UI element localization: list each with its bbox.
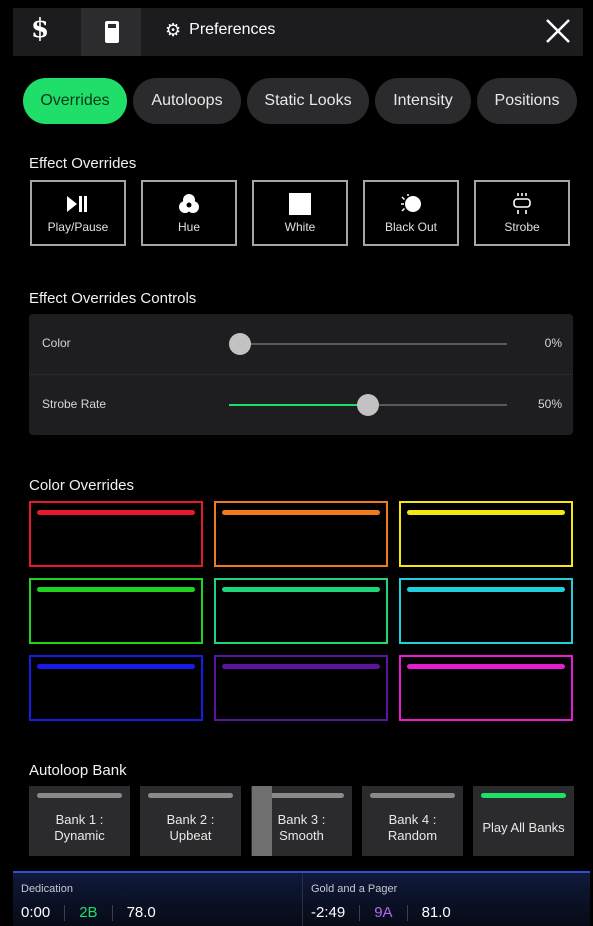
tab-autoloops[interactable]: Autoloops [133, 78, 241, 124]
color-swatch-green[interactable] [29, 578, 203, 644]
tab-static-looks[interactable]: Static Looks [247, 78, 369, 124]
color-swatch-spring-green[interactable] [214, 578, 388, 644]
divider [64, 904, 66, 921]
deck-right[interactable]: Gold and a Pager -2:49 9A 81.0 [303, 873, 590, 926]
logo-icon[interactable]: $ [31, 14, 49, 44]
usb-icon [105, 21, 119, 43]
bank-1-button[interactable]: Bank 1 : Dynamic [29, 786, 130, 856]
black-out-icon [399, 192, 423, 216]
play-pause-icon [67, 192, 89, 216]
hue-icon [178, 192, 200, 216]
autoloop-bank-title: Autoloop Bank [29, 762, 127, 779]
now-playing-bar: Dedication 0:00 2B 78.0 Gold and a Pager… [13, 871, 590, 926]
play-all-banks-button[interactable]: Play All Banks [473, 786, 574, 856]
usb-button[interactable] [81, 8, 141, 56]
color-swatch-purple[interactable] [214, 655, 388, 721]
deck-left-info: 0:00 2B 78.0 [21, 904, 156, 921]
strobe-icon [511, 192, 533, 216]
color-control-row: Color 0% [29, 314, 573, 374]
strobe-label: Strobe [504, 220, 540, 234]
preferences-button[interactable]: ⚙ Preferences [165, 21, 275, 39]
divider [111, 904, 113, 921]
bank-indicator [370, 793, 455, 798]
swatch-bar [222, 664, 380, 669]
black-out-button[interactable]: Black Out [363, 180, 459, 246]
swatch-bar [37, 510, 195, 515]
deck-left-key: 2B [79, 904, 98, 921]
color-slider[interactable] [229, 333, 507, 355]
bank-4-button[interactable]: Bank 4 : Random [362, 786, 463, 856]
deck-right-time: -2:49 [311, 904, 346, 921]
strobe-button[interactable]: Strobe [474, 180, 570, 246]
preferences-label: Preferences [189, 21, 276, 38]
gear-icon: ⚙ [165, 20, 182, 40]
swatch-bar [407, 587, 565, 592]
bank-indicator [37, 793, 122, 798]
bank-2-button[interactable]: Bank 2 : Upbeat [140, 786, 241, 856]
strobe-rate-slider-fill [229, 404, 368, 406]
tab-intensity[interactable]: Intensity [375, 78, 471, 124]
hue-label: Hue [177, 220, 200, 234]
hue-button[interactable]: Hue [141, 180, 237, 246]
effect-overrides-title: Effect Overrides [29, 155, 137, 172]
bank-indicator [148, 793, 233, 798]
deck-left-title: Dedication [21, 883, 73, 895]
swatch-bar [222, 587, 380, 592]
swatch-bar [222, 510, 380, 515]
bank-scroll-handle[interactable] [252, 786, 272, 856]
play-pause-button[interactable]: Play/Pause [30, 180, 126, 246]
strobe-rate-slider[interactable] [229, 394, 507, 416]
color-swatch-yellow[interactable] [399, 501, 573, 567]
white-button[interactable]: White [252, 180, 348, 246]
tab-positions[interactable]: Positions [477, 78, 577, 124]
color-swatch-orange[interactable] [214, 501, 388, 567]
strobe-rate-label: Strobe Rate [42, 397, 107, 411]
strobe-rate-slider-thumb[interactable] [357, 394, 379, 416]
strobe-rate-control-row: Strobe Rate 50% [29, 375, 573, 435]
tab-overrides[interactable]: Overrides [23, 78, 127, 124]
tab-bar: Overrides Autoloops Static Looks Intensi… [23, 78, 583, 124]
divider [406, 904, 408, 921]
divider [359, 904, 361, 921]
color-swatch-red[interactable] [29, 501, 203, 567]
play-pause-label: Play/Pause [47, 220, 109, 234]
swatch-bar [407, 510, 565, 515]
color-swatch-blue[interactable] [29, 655, 203, 721]
white-label: White [284, 220, 316, 234]
white-icon [289, 192, 311, 216]
deck-right-info: -2:49 9A 81.0 [311, 904, 451, 921]
color-swatch-cyan[interactable] [399, 578, 573, 644]
color-label: Color [42, 336, 71, 350]
deck-right-key: 9A [374, 904, 393, 921]
bank-indicator [481, 793, 566, 798]
color-slider-thumb[interactable] [229, 333, 251, 355]
deck-left-time: 0:00 [21, 904, 51, 921]
deck-left-bpm: 78.0 [126, 904, 156, 921]
top-bar: $ ⚙ Preferences [13, 8, 583, 56]
effect-controls-panel: Color 0% Strobe Rate 50% [29, 314, 573, 435]
swatch-bar [37, 664, 195, 669]
swatch-bar [407, 664, 565, 669]
black-out-label: Black Out [384, 220, 438, 234]
deck-right-title: Gold and a Pager [311, 883, 398, 895]
bank-4-label: Bank 4 : Random [387, 812, 438, 843]
deck-left[interactable]: Dedication 0:00 2B 78.0 [13, 873, 302, 926]
strobe-rate-value: 50% [537, 397, 562, 411]
swatch-bar [37, 587, 195, 592]
bank-2-label: Bank 2 : Upbeat [166, 812, 215, 843]
deck-right-bpm: 81.0 [421, 904, 451, 921]
bank-1-label: Bank 1 : Dynamic [54, 812, 105, 843]
play-all-banks-label: Play All Banks [482, 820, 565, 835]
color-value: 0% [544, 336, 562, 350]
color-swatch-magenta[interactable] [399, 655, 573, 721]
close-icon[interactable] [543, 16, 573, 46]
controls-title: Effect Overrides Controls [29, 290, 197, 307]
color-overrides-title: Color Overrides [29, 477, 135, 494]
